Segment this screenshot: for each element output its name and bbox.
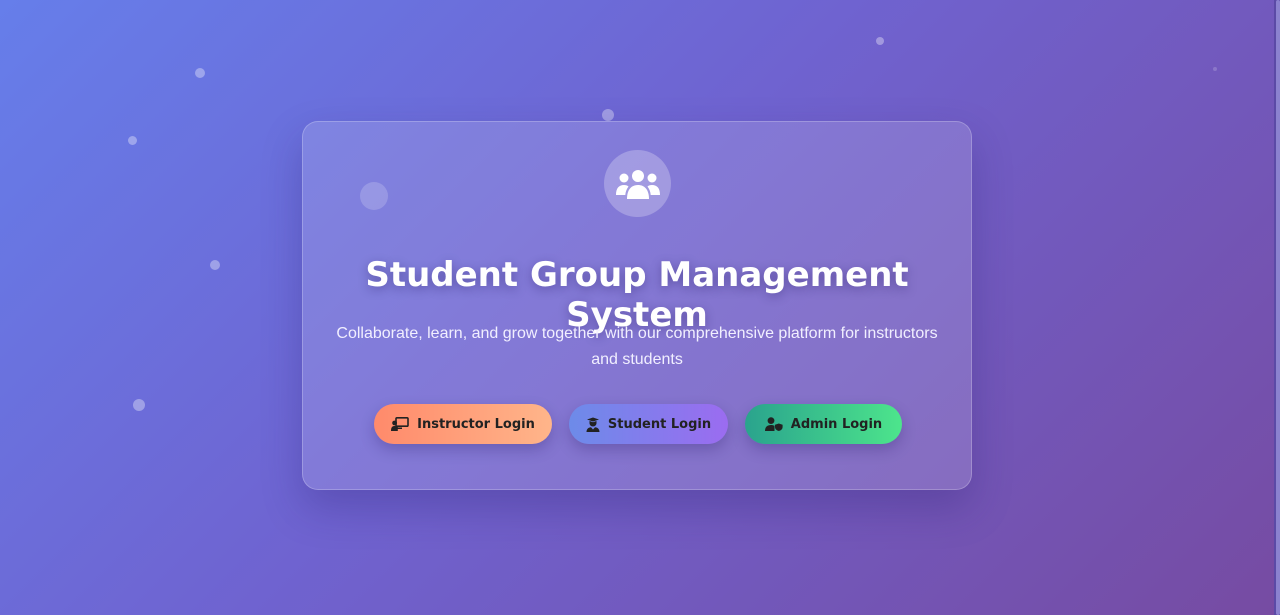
user-shield-icon bbox=[764, 417, 783, 431]
background-particle bbox=[210, 260, 220, 270]
background-particle bbox=[876, 37, 884, 45]
background-particle bbox=[133, 399, 145, 411]
background-particle bbox=[1213, 67, 1217, 71]
user-graduate-icon bbox=[586, 417, 600, 432]
instructor-login-button[interactable]: Instructor Login bbox=[374, 404, 552, 444]
page-subtitle: Collaborate, learn, and grow together wi… bbox=[336, 325, 938, 368]
student-login-label: Student Login bbox=[607, 416, 712, 432]
background-particle bbox=[195, 68, 205, 78]
admin-login-button[interactable]: Admin Login bbox=[745, 404, 902, 444]
scrollbar[interactable] bbox=[1274, 0, 1280, 615]
logo-badge bbox=[604, 150, 671, 217]
scrollbar-thumb[interactable] bbox=[1276, 0, 1280, 615]
student-login-button[interactable]: Student Login bbox=[569, 404, 728, 444]
users-group-icon bbox=[615, 169, 660, 199]
welcome-card: Student Group Management System Collabor… bbox=[302, 121, 972, 490]
background-particle bbox=[128, 136, 137, 145]
admin-login-label: Admin Login bbox=[790, 416, 883, 432]
instructor-login-label: Instructor Login bbox=[417, 416, 535, 432]
background-particle bbox=[602, 109, 614, 121]
chalkboard-teacher-icon bbox=[391, 417, 409, 431]
